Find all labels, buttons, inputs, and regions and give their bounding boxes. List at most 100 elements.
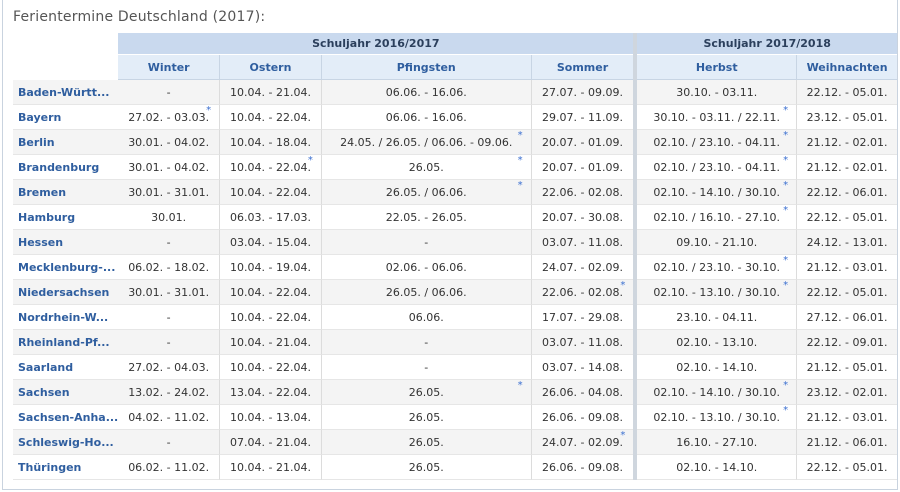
date-cell-winter: - [118,80,221,105]
state-link[interactable]: Berlin [13,130,119,155]
column-header-weihnachten: Weihnachten [797,55,897,80]
date-cell-ostern: 06.03. - 17.03. [220,205,322,230]
date-range-text: 24.07. - 02.09. [542,260,623,274]
footnote-star-icon[interactable]: * [783,406,788,416]
date-cell-herbst: 02.10. - 14.10. [637,455,798,480]
date-range-text: 02.10. / 23.10. - 04.11. [653,135,781,149]
footnote-star-icon[interactable]: * [518,381,523,391]
footnote-star-icon[interactable]: * [783,106,788,116]
table-row: Rheinland-Pf... - 10.04. - 21.04. - 03.07. -… [13,330,897,355]
date-range-text: 22.12. - 05.01. [806,460,888,474]
footnote-star-icon[interactable]: * [783,181,788,191]
date-range-text: 06.02. - 18.02. [128,260,210,274]
date-cell-winter: 30.01. - 04.02. [118,130,221,155]
date-cell-herbst: 02.10. - 14.10. / 30.10. * [637,380,798,405]
table-row: Brandenburg 30.01. - 04.02. 10.04. - 22.04… [13,155,897,180]
footnote-star-icon[interactable]: * [783,131,788,141]
header-corner-lower [13,55,118,80]
state-link[interactable]: Brandenburg [13,155,119,180]
date-cell-weihnachten: 21.12. - 03.01. [797,255,897,280]
school-year-header-2016-2017: Schuljahr 2016/2017 [118,33,634,55]
date-cell-sommer: 26.06. - 09.08. [531,455,634,480]
table-row: Hessen - 03.04. - 15.04. - 03.07. - 11.08. 09… [13,230,897,255]
table-row: Hamburg 30.01. 06.03. - 17.03. 22.05. - 26.… [13,205,897,230]
footnote-star-icon[interactable]: * [783,206,788,216]
date-cell-ostern: 10.04. - 22.04. [220,280,322,305]
date-range-text: 02.10. - 14.10. [676,460,758,474]
state-link[interactable]: Rheinland-Pf... [13,330,119,355]
state-link[interactable]: Hessen [13,230,119,255]
date-cell-ostern: 10.04. - 21.04. [220,80,322,105]
date-cell-sommer: 03.07. - 11.08. [531,330,634,355]
footnote-star-icon[interactable]: * [783,256,788,266]
date-cell-pfingsten: 26.05. [321,430,532,455]
date-cell-ostern: 10.04. - 22.04. [220,305,322,330]
date-range-text: 17.07. - 29.08. [542,310,623,324]
footnote-star-icon[interactable]: * [620,281,625,291]
date-range-text: 10.04. - 21.04. [230,85,311,99]
footnote-star-icon[interactable]: * [518,156,523,166]
date-cell-ostern: 10.04. - 19.04. [220,255,322,280]
date-range-text: 10.04. - 22.04. [230,110,311,124]
date-range-text: 26.05. [408,410,444,424]
state-link[interactable]: Mecklenburg-... [13,255,119,280]
date-cell-sommer: 03.07. - 11.08. [531,230,634,255]
date-cell-winter: 04.02. - 11.02. [118,405,221,430]
date-cell-weihnachten: 27.12. - 06.01. [797,305,897,330]
date-cell-winter: 30.01. - 31.01. [118,180,221,205]
date-range-text: 27.02. - 03.03. [128,110,210,124]
footnote-star-icon[interactable]: * [206,106,211,116]
state-link[interactable]: Sachsen [13,380,119,405]
date-range-text: 06.02. - 11.02. [128,460,210,474]
footnote-star-icon[interactable]: * [783,381,788,391]
date-range-text: 26.05. [408,385,444,399]
date-range-text: 10.04. - 21.04. [230,335,311,349]
column-header-sommer: Sommer [531,55,634,80]
date-cell-pfingsten: 06.06. - 16.06. [321,105,532,130]
footnote-star-icon[interactable]: * [783,156,788,166]
date-range-text: 07.04. - 21.04. [230,435,311,449]
state-link[interactable]: Bayern [13,105,119,130]
date-range-text: 03.04. - 15.04. [230,235,311,249]
table-row: Nordrhein-W... - 10.04. - 22.04. 06.06. 17.0… [13,305,897,330]
date-range-text: 30.01. [151,210,187,224]
date-range-text: 30.01. - 31.01. [128,185,210,199]
footnote-star-icon[interactable]: * [308,156,313,166]
state-link[interactable]: Niedersachsen [13,280,119,305]
date-range-text: 26.05. / 06.06. [385,285,467,299]
date-range-text: 03.07. - 11.08. [542,235,623,249]
state-link[interactable]: Hamburg [13,205,119,230]
state-link[interactable]: Saarland [13,355,119,380]
date-cell-pfingsten: 26.05. * [321,380,532,405]
date-range-text: 13.04. - 22.04. [230,385,311,399]
date-cell-weihnachten: 22.12. - 05.01. [797,80,897,105]
date-range-text: 21.12. - 06.01. [806,435,888,449]
date-cell-herbst: 16.10. - 27.10. [637,430,798,455]
date-range-text: 23.12. - 05.01. [806,110,888,124]
date-range-text: 30.01. - 04.02. [128,160,210,174]
state-link[interactable]: Thüringen [13,455,119,480]
date-cell-pfingsten: 06.06. - 16.06. [321,80,532,105]
date-cell-sommer: 26.06. - 04.08. [531,380,634,405]
footnote-star-icon[interactable]: * [518,181,523,191]
date-range-text: - [424,235,429,249]
date-range-text: 02.10. / 16.10. - 27.10. [653,210,781,224]
footnote-star-icon[interactable]: * [620,431,625,441]
table-row: Bremen 30.01. - 31.01. 10.04. - 22.04. 26.0… [13,180,897,205]
date-range-text: 21.12. - 05.01. [806,360,888,374]
header-corner [13,33,118,55]
footnote-star-icon[interactable]: * [783,281,788,291]
date-cell-weihnachten: 22.12. - 09.01. [797,330,897,355]
state-link[interactable]: Bremen [13,180,119,205]
table-row: Schleswig-Ho... - 07.04. - 21.04. 26.05. 24.… [13,430,897,455]
state-link[interactable]: Sachsen-Anha... [13,405,119,430]
date-cell-winter: 27.02. - 03.03. * [118,105,221,130]
state-link[interactable]: Schleswig-Ho... [13,430,119,455]
date-cell-herbst: 02.10. / 23.10. - 04.11. * [637,130,798,155]
state-link[interactable]: Baden-Württ... [13,80,119,105]
date-range-text: 02.10. / 23.10. - 30.10. [653,260,781,274]
date-cell-sommer: 27.07. - 09.09. [531,80,634,105]
state-link[interactable]: Nordrhein-W... [13,305,119,330]
date-cell-pfingsten: - [321,230,532,255]
footnote-star-icon[interactable]: * [518,131,523,141]
